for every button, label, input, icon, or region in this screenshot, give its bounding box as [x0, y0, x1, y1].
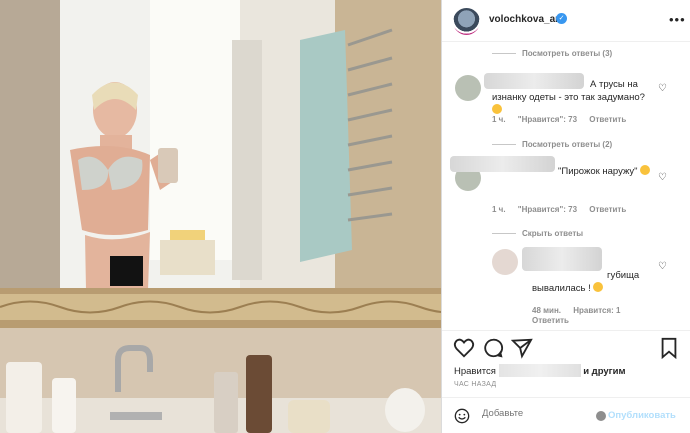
photo-illustration — [0, 0, 441, 433]
verified-badge-icon: ✓ — [556, 13, 567, 24]
comment-meta: 1 ч. "Нравится": 73 Ответить — [492, 115, 636, 124]
comment-bubble-icon[interactable] — [482, 337, 504, 359]
likes-suffix: и другим — [583, 366, 626, 377]
divider-line — [492, 53, 516, 54]
comment-time: 1 ч. — [492, 205, 506, 214]
post-timestamp: ЧАС НАЗАД — [454, 381, 497, 388]
blurred-liker-name — [498, 364, 581, 377]
share-paper-plane-icon[interactable] — [511, 337, 533, 359]
laughing-emoji-icon — [593, 282, 604, 292]
publish-button[interactable]: Опубликовать — [596, 410, 676, 421]
view-replies-button[interactable]: Посмотреть ответы (3) — [492, 49, 612, 58]
publish-label: Опубликовать — [608, 410, 676, 421]
emoji-smile-icon[interactable] — [454, 408, 470, 424]
comment-time: 48 мин. — [532, 306, 562, 315]
comment-time: 1 ч. — [492, 115, 506, 124]
commenter-avatar[interactable] — [455, 75, 481, 101]
save-bookmark-icon[interactable] — [658, 337, 680, 359]
comment-text: губища вывалилась ! — [532, 269, 652, 295]
author-avatar[interactable] — [453, 8, 480, 35]
comment-meta: 48 мин. Нравится: 1 Ответить — [532, 306, 642, 326]
comment-meta: 1 ч. "Нравится": 73 Ответить — [492, 205, 636, 214]
post-header: volochkova_art ✓ ••• — [442, 0, 690, 42]
blurred-username — [522, 247, 602, 271]
view-replies-button[interactable]: Посмотреть ответы (2) — [492, 140, 612, 149]
reply-button[interactable]: Ответить — [589, 205, 626, 214]
post-photo[interactable] — [0, 0, 441, 433]
like-heart-icon[interactable]: ♡ — [658, 172, 667, 183]
loading-icon — [596, 410, 606, 421]
comment-likes[interactable]: Нравится: 1 — [573, 306, 620, 315]
post-actions: Нравится и другим ЧАС НАЗАД Опубликовать — [442, 330, 690, 433]
comment-text-content: А трусы на изнанку одеты - это так задум… — [492, 79, 645, 103]
likes-prefix: Нравится — [454, 366, 496, 377]
likes-summary[interactable]: Нравится и другим — [454, 364, 626, 377]
surprised-emoji-icon — [640, 165, 651, 175]
like-heart-icon[interactable]: ♡ — [658, 83, 667, 94]
comment-likes[interactable]: "Нравится": 73 — [518, 205, 577, 214]
author-username[interactable]: volochkova_art — [489, 14, 562, 25]
reply-button[interactable]: Ответить — [532, 316, 569, 325]
censor-block — [110, 256, 143, 286]
comment-text-content: "Пирожок наружу" — [558, 166, 638, 177]
view-replies-label: Посмотреть ответы (2) — [522, 140, 613, 149]
more-options-icon[interactable]: ••• — [669, 12, 686, 27]
add-comment-bar: Опубликовать — [442, 397, 690, 433]
divider-line — [492, 144, 516, 145]
comment-text: "Пирожок наружу" — [492, 165, 652, 178]
post-side-panel: volochkova_art ✓ ••• Посмотреть ответы (… — [441, 0, 690, 433]
view-replies-label: Посмотреть ответы (3) — [522, 49, 613, 58]
comments-list: Посмотреть ответы (3) А трусы на изнанку… — [442, 43, 690, 330]
commenter-avatar[interactable] — [492, 249, 518, 275]
divider-line — [492, 233, 516, 234]
like-heart-icon[interactable] — [453, 337, 475, 359]
comment-text: А трусы на изнанку одеты - это так задум… — [492, 78, 652, 117]
comment-text-content: губища вывалилась ! — [532, 270, 640, 294]
hide-replies-button[interactable]: Скрыть ответы — [492, 229, 583, 238]
comment-likes[interactable]: "Нравится": 73 — [518, 115, 577, 124]
reply-button[interactable]: Ответить — [589, 115, 626, 124]
hide-replies-label: Скрыть ответы — [522, 229, 584, 238]
laughing-emoji-icon — [492, 104, 502, 114]
like-heart-icon[interactable]: ♡ — [658, 261, 667, 272]
